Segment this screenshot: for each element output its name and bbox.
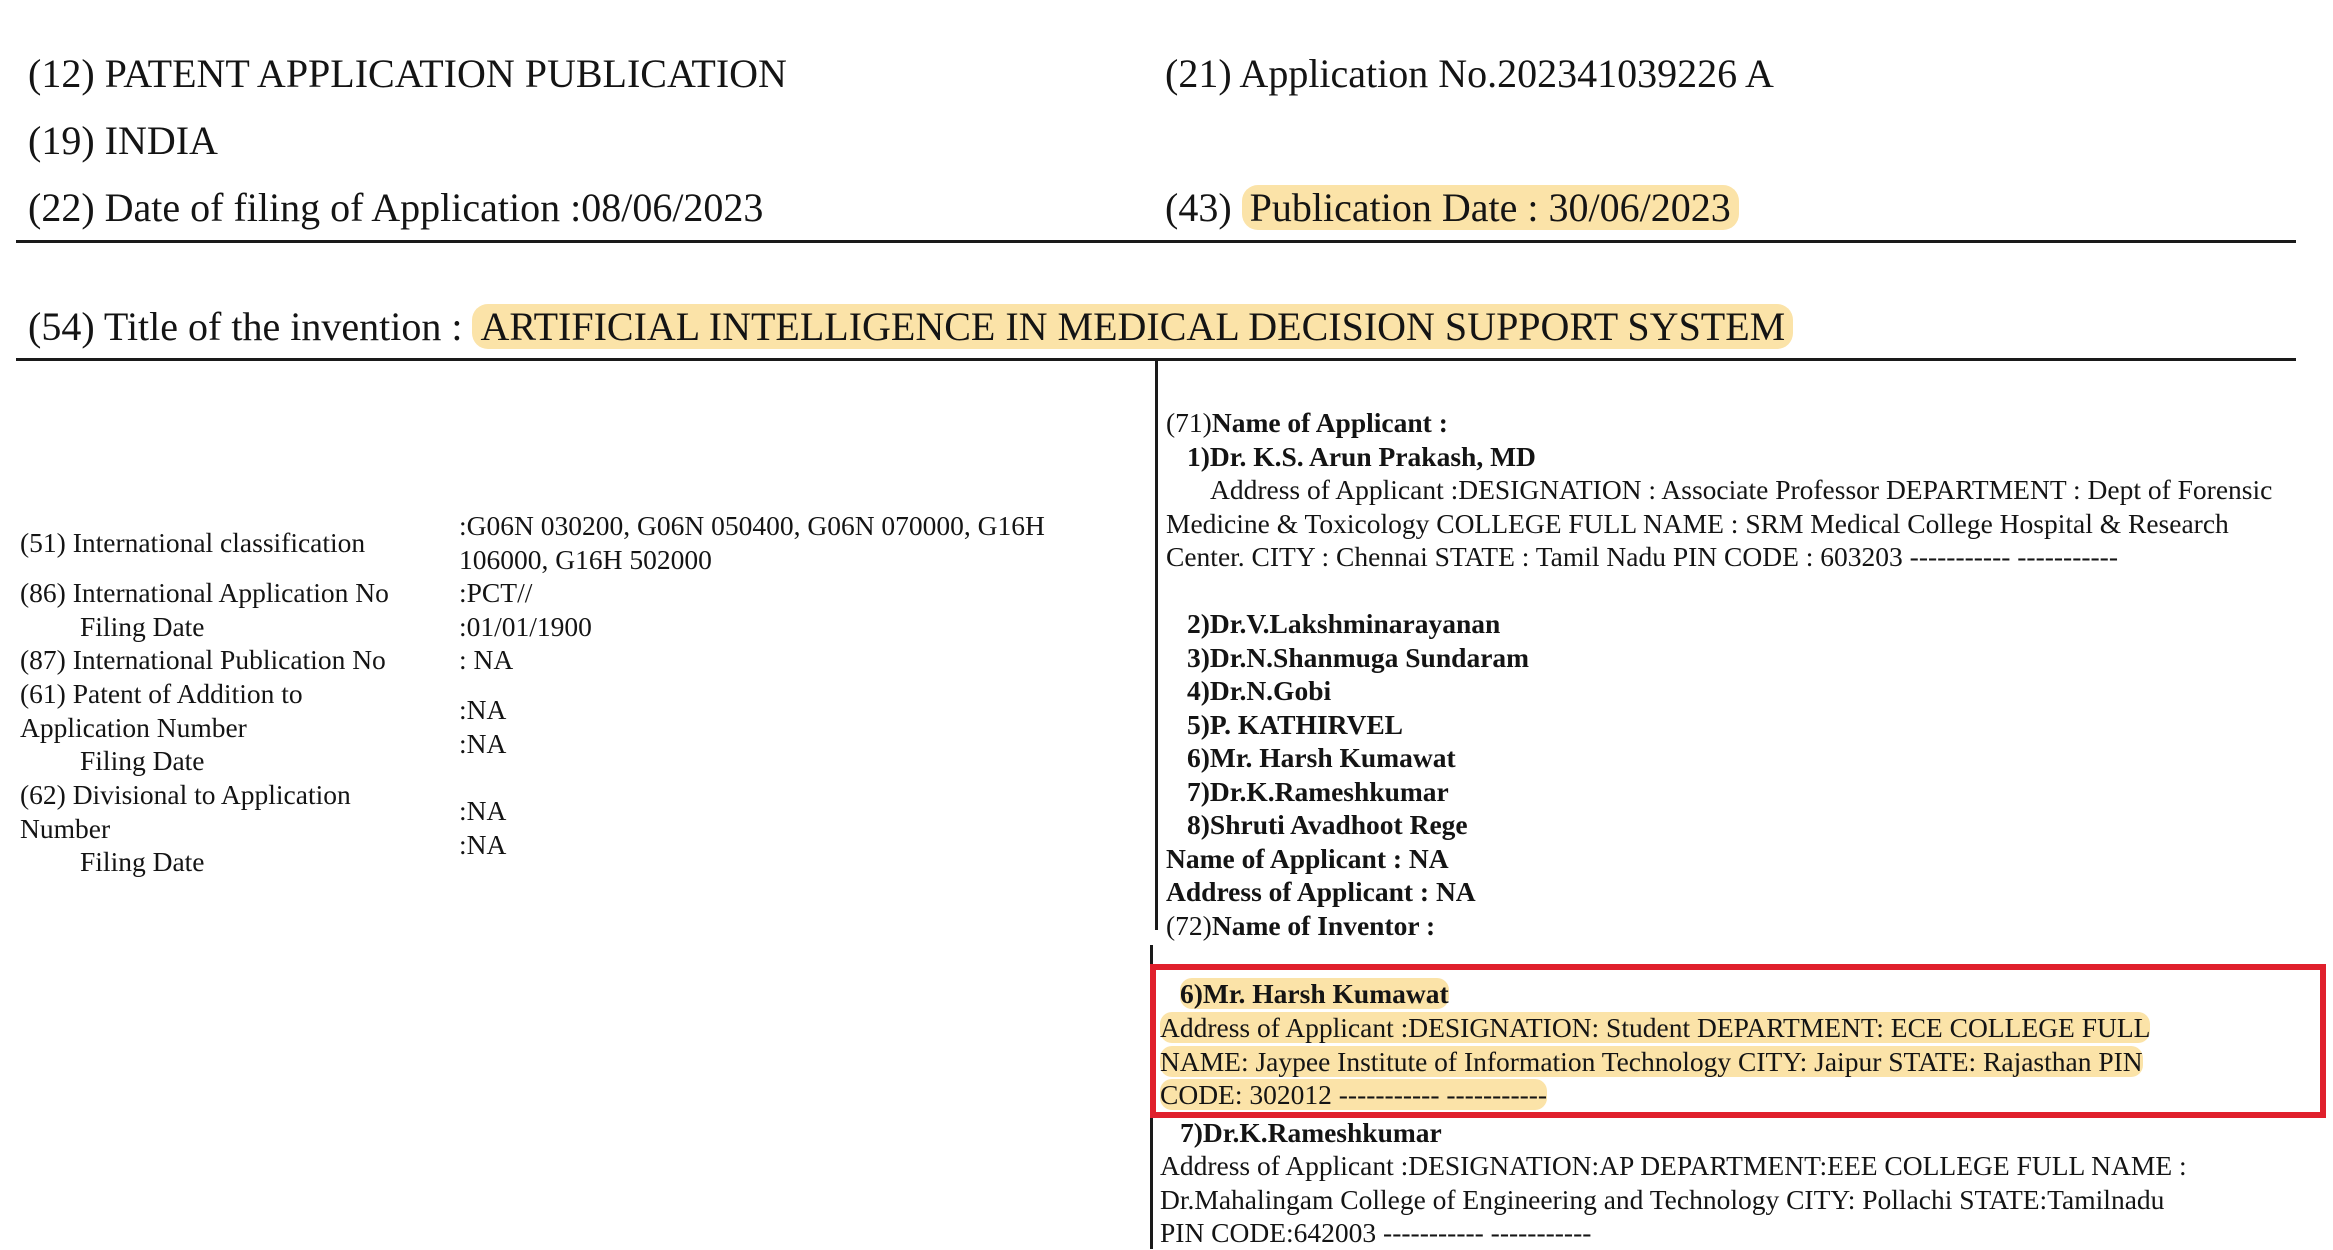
inventor-7-address-line-2: Dr.Mahalingam College of Engineering and… [1160,1183,2164,1217]
invention-title-row: (54) Title of the invention : ARTIFICIAL… [28,303,1793,351]
inventor-6-address-line-1-text: Address of Applicant :DESIGNATION: Stude… [1160,1012,2150,1043]
publication-date-row: (43) Publication Date : 30/06/2023 [1165,184,1739,232]
country: (19) INDIA [28,117,218,165]
applicant-6-name: 6)Mr. Harsh Kumawat [1187,741,1456,775]
field-value-patent-of-addition: :NA [459,693,506,727]
inventor-6-address-line-2-text: NAME: Jaypee Institute of Information Te… [1160,1046,2143,1077]
inventor-heading: (72)Name of Inventor : [1166,909,1435,943]
inventor-heading-prefix: (72) [1166,910,1212,941]
publication-date-prefix: (43) [1165,185,1232,230]
inventor-7-name: 7)Dr.K.Rameshkumar [1180,1116,1442,1150]
field-label-divisional: (62) Divisional to Application Number [20,778,400,846]
publication-type: (12) PATENT APPLICATION PUBLICATION [28,50,787,98]
field-value-intl-classification: :G06N 030200, G06N 050400, G06N 070000, … [459,509,1119,577]
inventor-6-name-text: 6)Mr. Harsh Kumawat [1180,978,1449,1009]
applicant-1-address: Address of Applicant :DESIGNATION : Asso… [1166,473,2278,574]
field-value-filing-date-62: :NA [459,828,506,862]
inventor-6-name: 6)Mr. Harsh Kumawat [1180,977,1449,1011]
inventor-6-address-line-3-text: CODE: 302012 ----------- ----------- [1160,1079,1547,1110]
applicant-8-name: 8)Shruti Avadhoot Rege [1187,808,1468,842]
application-number: (21) Application No.202341039226 A [1165,50,1774,98]
column-divider-upper [1155,360,1158,930]
field-label-intl-publication-no: (87) International Publication No [20,643,386,677]
invention-title: ARTIFICIAL INTELLIGENCE IN MEDICAL DECIS… [472,304,1793,349]
field-label-intl-application-no: (86) International Application No [20,576,389,610]
header-divider [16,240,2296,243]
applicant-heading-label: Name of Applicant : [1212,407,1448,438]
applicant-name-na: Name of Applicant : NA [1166,842,1449,876]
applicant-1-name: 1)Dr. K.S. Arun Prakash, MD [1187,440,1536,474]
applicant-2-name: 2)Dr.V.Lakshminarayanan [1187,607,1500,641]
applicant-4-name: 4)Dr.N.Gobi [1187,674,1331,708]
field-label-patent-of-addition: (61) Patent of Addition to Application N… [20,677,360,745]
inventor-6-address-line-3: CODE: 302012 ----------- ----------- [1160,1078,1547,1112]
applicant-heading: (71)Name of Applicant : [1166,406,1448,440]
inventor-heading-label: Name of Inventor : [1212,910,1435,941]
field-label-intl-classification: (51) International classification [20,526,365,560]
inventor-6-address-line-2: NAME: Jaypee Institute of Information Te… [1160,1045,2143,1079]
field-value-intl-application-no: :PCT// [459,576,532,610]
applicant-address-na: Address of Applicant : NA [1166,875,1476,909]
filing-date: (22) Date of filing of Application :08/0… [28,184,763,232]
field-value-intl-publication-no: : NA [459,643,513,677]
inventor-6-address-line-1: Address of Applicant :DESIGNATION: Stude… [1160,1011,2150,1045]
field-label-filing-date-62: Filing Date [80,845,205,879]
applicant-5-name: 5)P. KATHIRVEL [1187,708,1403,742]
inventor-7-address-line-3: PIN CODE:642003 ----------- ----------- [1160,1216,1591,1250]
field-label-filing-date-61: Filing Date [80,744,205,778]
title-prefix: (54) Title of the invention : [28,304,462,349]
field-label-filing-date-86: Filing Date [80,610,205,644]
inventor-7-address-line-1: Address of Applicant :DESIGNATION:AP DEP… [1160,1149,2187,1183]
applicant-heading-prefix: (71) [1166,407,1212,438]
field-value-filing-date-86: :01/01/1900 [459,610,592,644]
applicant-7-name: 7)Dr.K.Rameshkumar [1187,775,1449,809]
publication-date: Publication Date : 30/06/2023 [1242,185,1739,230]
field-value-filing-date-61: :NA [459,727,506,761]
field-value-divisional: :NA [459,794,506,828]
applicant-3-name: 3)Dr.N.Shanmuga Sundaram [1187,641,1529,675]
